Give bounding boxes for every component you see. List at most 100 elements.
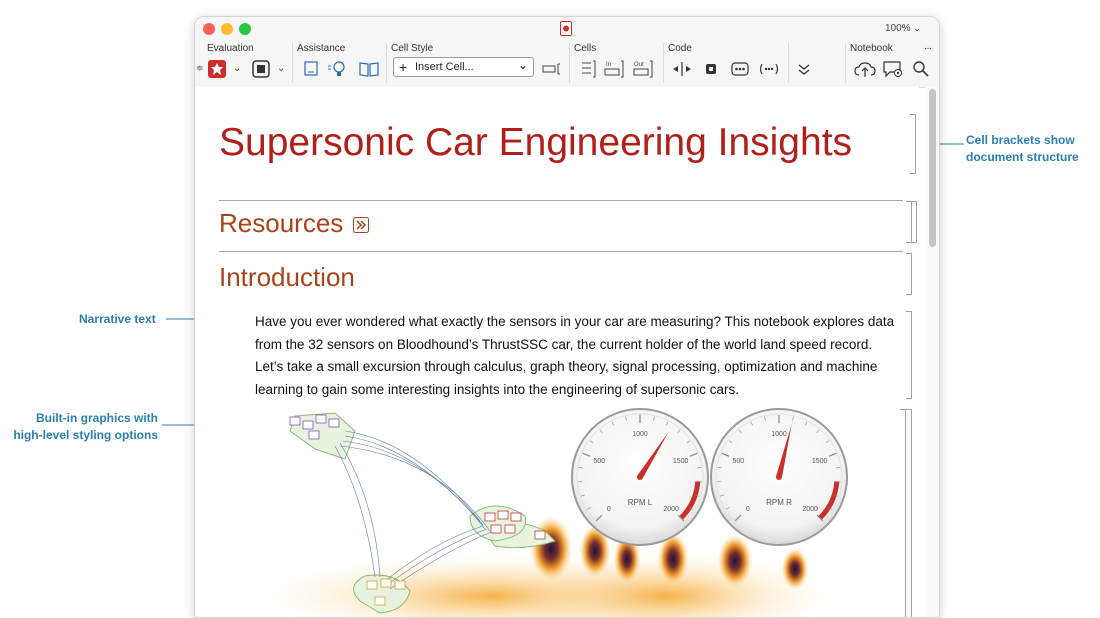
ellipsis-box-icon: [731, 62, 749, 76]
notebook-content[interactable]: Supersonic Car Engineering Insights Reso…: [195, 87, 919, 617]
gauge-tick-label: 0: [607, 506, 611, 513]
gauge-tick-label: 0: [746, 506, 750, 513]
separator: [386, 43, 387, 83]
evaluate-button[interactable]: [206, 59, 228, 79]
documentation-button[interactable]: [358, 59, 380, 79]
cursor-icon: [672, 61, 692, 77]
cell-bracket-introduction-group[interactable]: [906, 409, 912, 618]
group-label-notebook: Notebook: [850, 43, 893, 54]
gauge-hub: [776, 474, 782, 480]
section-introduction[interactable]: Introduction: [219, 262, 355, 293]
gauge-tick-label: 1500: [673, 458, 689, 465]
annotation-graphics: Built-in graphics with high-level stylin…: [12, 410, 158, 444]
gauge-label: RPM R: [766, 498, 792, 507]
maximize-window-button[interactable]: [239, 23, 251, 35]
narrative-text[interactable]: Have you ever wondered what exactly the …: [255, 311, 895, 401]
gauge-tick-label: 1000: [771, 431, 787, 438]
book-icon: [359, 61, 379, 77]
cell-style-select-value: Insert Cell...: [415, 61, 474, 73]
gauge-label: RPM L: [628, 498, 653, 507]
svg-text:In: In: [606, 62, 611, 68]
separator: [569, 43, 570, 83]
gauge-tick-label: 2000: [802, 506, 818, 513]
gauge-hub: [637, 474, 643, 480]
graphics-output[interactable]: 0 500 1000 1500 2000 RPM L 0 500 1000 1500 2000 RP…: [195, 401, 919, 617]
scrollbar-thumb[interactable]: [929, 89, 936, 247]
notebook-settings-button[interactable]: [882, 59, 904, 79]
input-cell-button[interactable]: In: [603, 59, 625, 79]
group-label-cell-style: Cell Style: [391, 43, 433, 54]
chevron-down-icon: ⌄: [518, 58, 528, 72]
search-icon: [912, 60, 930, 78]
stop-icon: [252, 60, 270, 78]
cell-bracket-introduction[interactable]: [906, 253, 912, 295]
notebook-title[interactable]: Supersonic Car Engineering Insights: [219, 121, 852, 165]
toolbar-collapse-icon[interactable]: ≑: [196, 63, 204, 74]
separator: [845, 43, 846, 83]
group-label-cells: Cells: [574, 43, 596, 54]
toolbar: Evaluation Assistance Cell Style Cells C…: [195, 41, 939, 88]
cell-list-icon: [580, 60, 596, 78]
suggestions-button[interactable]: [326, 59, 348, 79]
code-box-icon: [703, 61, 719, 77]
evaluate-icon: [208, 60, 226, 78]
rpm-gauge-left: 0 500 1000 1500 2000 RPM L: [572, 409, 708, 545]
annotation-brackets: Cell brackets show document structure: [966, 132, 1092, 166]
toolbar-more-button[interactable]: ···: [924, 43, 931, 54]
narrative-line: learning to gain some interesting insigh…: [255, 379, 895, 402]
separator: [663, 43, 664, 83]
frame-icon: [303, 61, 319, 77]
notebook-window: 100% ⌄ Evaluation Assistance Cell Style …: [194, 16, 940, 618]
svg-text:Out: Out: [634, 62, 644, 68]
lightbulb-icon: [327, 60, 347, 78]
cell-style-select[interactable]: + Insert Cell... ⌄: [393, 57, 534, 77]
code-align-button[interactable]: [671, 59, 693, 79]
plus-icon: +: [399, 59, 407, 75]
narrative-line: from the 32 sensors on Bloodhound’s Thru…: [255, 334, 895, 357]
double-chevron-down-icon: [797, 62, 811, 76]
cell-group-button[interactable]: [577, 59, 599, 79]
section-divider: [219, 251, 903, 252]
abort-evaluation-button[interactable]: [250, 59, 272, 79]
gauge-tick-label: 500: [594, 458, 606, 465]
double-chevron-right-icon[interactable]: [353, 217, 369, 233]
rpm-gauge-right: 0500100015002000RPM R: [711, 409, 847, 545]
separator: [788, 43, 789, 83]
chevron-down-icon[interactable]: ⌄: [277, 63, 285, 74]
code-group-button[interactable]: [758, 59, 780, 79]
annotation-narrative: Narrative text: [79, 311, 156, 328]
close-window-button[interactable]: [203, 23, 215, 35]
group-label-code: Code: [668, 43, 692, 54]
code-snippet-button[interactable]: [729, 59, 751, 79]
more-tools-button[interactable]: [793, 59, 815, 79]
group-label-assistance: Assistance: [297, 43, 345, 54]
output-cell-button[interactable]: Out: [632, 59, 654, 79]
minimize-window-button[interactable]: [221, 23, 233, 35]
code-template-button[interactable]: [700, 59, 722, 79]
output-cell-icon: Out: [632, 59, 654, 79]
parenthesis-dots-icon: [758, 62, 780, 76]
gauge-tick-label: 2000: [663, 506, 679, 513]
chevron-down-icon[interactable]: ⌄: [233, 63, 241, 74]
gauge-tick-label: 500: [733, 458, 745, 465]
cloud-upload-icon: [854, 60, 876, 78]
cloud-publish-button[interactable]: [854, 59, 876, 79]
cell-bracket-narrative[interactable]: [906, 311, 912, 399]
cell-bracket-title[interactable]: [910, 114, 916, 174]
notebook-document-icon: [560, 21, 572, 36]
section-resources[interactable]: Resources: [219, 208, 369, 239]
section-divider: [219, 200, 903, 201]
gauge-tick-label: 1000: [632, 431, 648, 438]
cell-bracket-resources-group[interactable]: [911, 201, 917, 243]
zoom-menu[interactable]: 100% ⌄: [885, 23, 921, 34]
separator: [292, 43, 293, 83]
cell-insertion-assistant-button[interactable]: [300, 59, 322, 79]
section-resources-label: Resources: [219, 208, 343, 238]
narrative-line: Let’s take a small excursion through cal…: [255, 356, 895, 379]
cell-style-icon: [542, 62, 562, 76]
narrative-line: Have you ever wondered what exactly the …: [255, 311, 895, 334]
cell-style-options-button[interactable]: [541, 59, 563, 79]
chevron-down-icon: ⌄: [913, 23, 921, 33]
search-button[interactable]: [910, 59, 932, 79]
group-label-evaluation: Evaluation: [207, 43, 254, 54]
